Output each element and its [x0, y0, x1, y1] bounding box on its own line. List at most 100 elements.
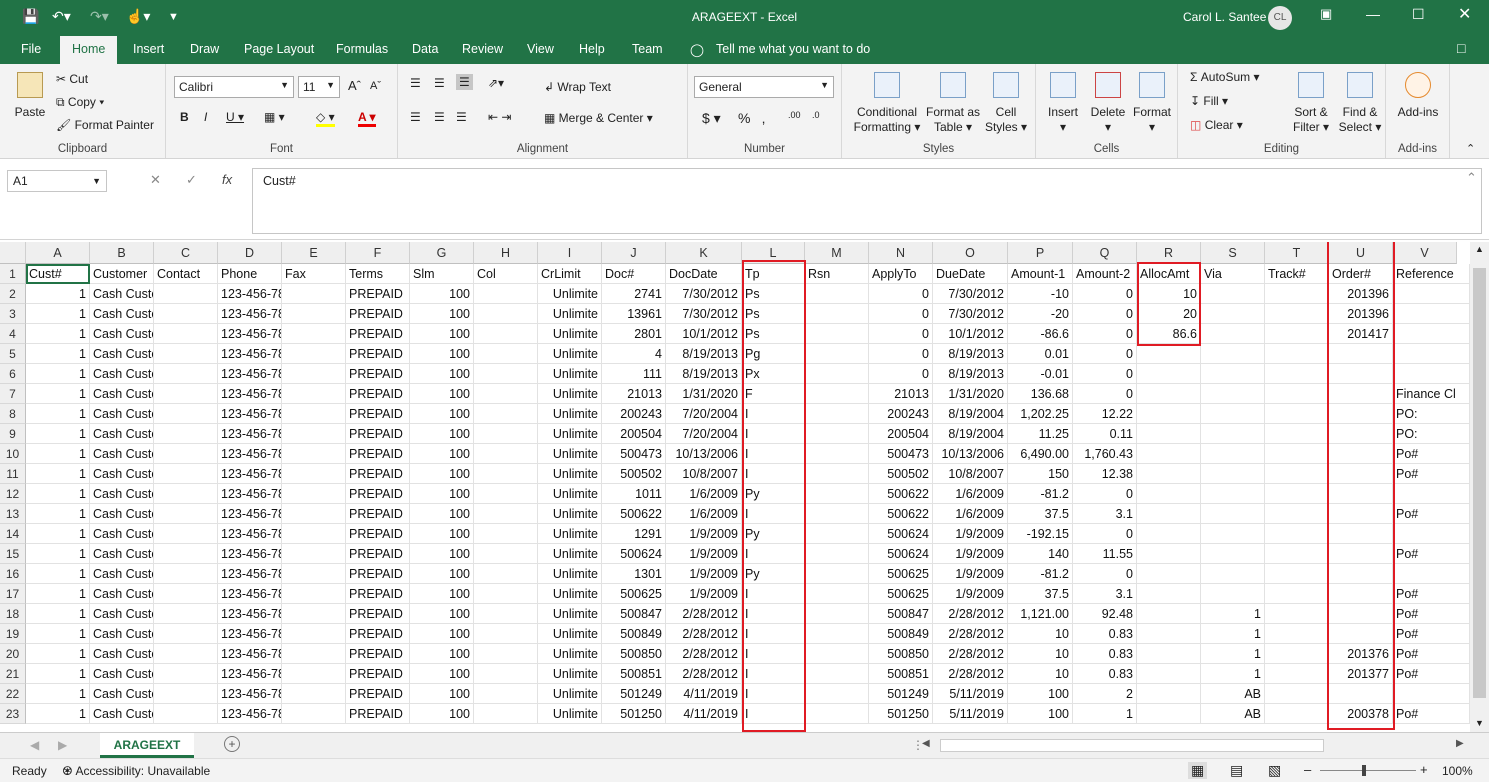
cell[interactable]: PREPAID: [346, 504, 410, 524]
tab-data[interactable]: Data: [412, 42, 438, 56]
cell[interactable]: [805, 644, 869, 664]
cell[interactable]: [805, 424, 869, 444]
cell[interactable]: Unlimite: [538, 504, 602, 524]
cell[interactable]: 21013: [869, 384, 933, 404]
row-header[interactable]: 5: [0, 344, 26, 364]
cell[interactable]: [154, 284, 218, 304]
cell[interactable]: Cash Customer: [90, 424, 154, 444]
cell[interactable]: 1: [1073, 704, 1137, 724]
cell[interactable]: 123-456-7890: [218, 384, 282, 404]
cell[interactable]: 1/6/2009: [933, 484, 1008, 504]
tab-insert[interactable]: Insert: [133, 42, 164, 56]
clear-button[interactable]: ◫ Clear ▾: [1190, 118, 1243, 132]
header-cell[interactable]: Via: [1201, 264, 1265, 284]
row-header[interactable]: 19: [0, 624, 26, 644]
cell[interactable]: 1: [26, 484, 90, 504]
cell[interactable]: [154, 564, 218, 584]
cell[interactable]: Cash Customer: [90, 344, 154, 364]
cell[interactable]: Cash Customer: [90, 604, 154, 624]
cell[interactable]: 100: [410, 484, 474, 504]
cell[interactable]: [805, 604, 869, 624]
tab-file[interactable]: File: [21, 42, 41, 56]
row-header[interactable]: 3: [0, 304, 26, 324]
cell[interactable]: 201377: [1329, 664, 1393, 684]
cell[interactable]: 500847: [869, 604, 933, 624]
cell[interactable]: [282, 324, 346, 344]
cell[interactable]: [1329, 464, 1393, 484]
cell[interactable]: 1: [1201, 644, 1265, 664]
column-header[interactable]: R: [1137, 242, 1201, 264]
cell[interactable]: 123-456-7890: [218, 684, 282, 704]
cell[interactable]: 1: [26, 404, 90, 424]
cell[interactable]: I: [742, 544, 805, 564]
cell[interactable]: [1329, 544, 1393, 564]
cell[interactable]: [282, 504, 346, 524]
cell[interactable]: 150: [1008, 464, 1073, 484]
cell[interactable]: [1265, 384, 1329, 404]
cell[interactable]: 100: [410, 544, 474, 564]
cell[interactable]: PREPAID: [346, 604, 410, 624]
header-cell[interactable]: Contact: [154, 264, 218, 284]
cell[interactable]: [282, 384, 346, 404]
cell[interactable]: -10: [1008, 284, 1073, 304]
cell[interactable]: 100: [410, 444, 474, 464]
cell[interactable]: 500624: [869, 544, 933, 564]
cell[interactable]: 10: [1008, 624, 1073, 644]
font-color-icon[interactable]: A ▾: [358, 110, 376, 127]
row-header[interactable]: 23: [0, 704, 26, 724]
normal-view-icon[interactable]: ▦: [1188, 762, 1208, 779]
zoom-level[interactable]: 100%: [1442, 764, 1473, 778]
cell[interactable]: 123-456-7890: [218, 624, 282, 644]
cell[interactable]: 13961: [602, 304, 666, 324]
cell[interactable]: Po#: [1393, 644, 1470, 664]
cell[interactable]: [805, 484, 869, 504]
cell[interactable]: PREPAID: [346, 324, 410, 344]
sheet-tab-arageext[interactable]: ARAGEEXT: [100, 733, 194, 758]
cell[interactable]: Unlimite: [538, 464, 602, 484]
cell[interactable]: [805, 704, 869, 724]
cell[interactable]: 0: [869, 284, 933, 304]
cell[interactable]: 2/28/2012: [666, 604, 742, 624]
column-header[interactable]: K: [666, 242, 742, 264]
cell[interactable]: 10/1/2012: [933, 324, 1008, 344]
next-sheet-icon[interactable]: ▶: [58, 738, 67, 752]
cell[interactable]: 21013: [602, 384, 666, 404]
cell[interactable]: Px: [742, 364, 805, 384]
column-header[interactable]: M: [805, 242, 869, 264]
cell[interactable]: 100: [410, 424, 474, 444]
find-select-button[interactable]: Find & Select ▾: [1336, 72, 1384, 135]
underline-button[interactable]: U ▾: [226, 110, 244, 124]
cell[interactable]: 1/9/2009: [933, 564, 1008, 584]
cell[interactable]: 0: [1073, 284, 1137, 304]
cell[interactable]: 1011: [602, 484, 666, 504]
cell[interactable]: Finance Cl: [1393, 384, 1470, 404]
cell[interactable]: I: [742, 584, 805, 604]
column-header[interactable]: P: [1008, 242, 1073, 264]
cell[interactable]: 1291: [602, 524, 666, 544]
header-cell[interactable]: Cust#: [26, 264, 90, 284]
horizontal-scroll-thumb[interactable]: [940, 739, 1324, 752]
cell[interactable]: 123-456-7890: [218, 304, 282, 324]
cell[interactable]: [474, 664, 538, 684]
cell[interactable]: 500625: [602, 584, 666, 604]
indent-icon[interactable]: ⇤ ⇥: [488, 110, 511, 124]
row-header[interactable]: 2: [0, 284, 26, 304]
cell[interactable]: 0: [1073, 524, 1137, 544]
cell[interactable]: [1265, 484, 1329, 504]
cell[interactable]: [474, 404, 538, 424]
cell[interactable]: PREPAID: [346, 364, 410, 384]
cell[interactable]: [282, 544, 346, 564]
cell[interactable]: Unlimite: [538, 564, 602, 584]
cell[interactable]: 1: [1201, 604, 1265, 624]
formula-input[interactable]: Cust#: [252, 168, 1482, 234]
cell[interactable]: [1137, 544, 1201, 564]
tab-draw[interactable]: Draw: [190, 42, 219, 56]
cell[interactable]: 10: [1008, 664, 1073, 684]
increase-decimal-icon[interactable]: .00: [788, 110, 801, 120]
header-cell[interactable]: DocDate: [666, 264, 742, 284]
cell[interactable]: PREPAID: [346, 404, 410, 424]
cell[interactable]: 1: [26, 364, 90, 384]
cell[interactable]: Unlimite: [538, 624, 602, 644]
cell[interactable]: [1265, 504, 1329, 524]
column-header[interactable]: O: [933, 242, 1008, 264]
